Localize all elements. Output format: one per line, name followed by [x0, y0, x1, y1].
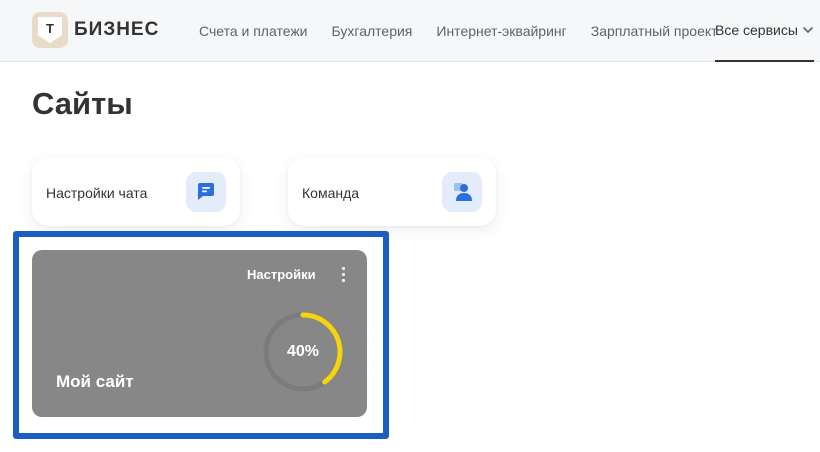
logo-letter: Т — [38, 17, 62, 43]
brand-logo[interactable]: Т БИЗНЕС — [32, 12, 159, 48]
progress-percent: 40% — [286, 343, 320, 360]
top-header: Т БИЗНЕС Счета и платежи Бухгалтерия Инт… — [0, 0, 820, 62]
chat-settings-label: Настройки чата — [46, 185, 148, 201]
site-settings-link[interactable]: Настройки — [247, 267, 316, 282]
nav-all-services-label: Все сервисы — [715, 22, 798, 38]
team-label: Команда — [302, 185, 360, 201]
nav-item-acquiring[interactable]: Интернет-эквайринг — [436, 23, 566, 39]
page-title: Сайты — [32, 86, 133, 121]
site-card[interactable]: Настройки 40% Мой сайт — [32, 250, 367, 417]
chevron-down-icon — [803, 27, 813, 33]
nav-item-payroll[interactable]: Зарплатный проект — [591, 23, 718, 39]
progress-ring: 40% — [258, 312, 348, 392]
nav-all-services[interactable]: Все сервисы — [715, 0, 814, 62]
logo-shield-icon: Т — [32, 12, 68, 48]
more-vertical-icon[interactable] — [332, 262, 354, 286]
chat-settings-tile[interactable]: Настройки чата — [32, 158, 240, 226]
nav-item-accounting[interactable]: Бухгалтерия — [332, 23, 413, 39]
nav-item-accounts[interactable]: Счета и платежи — [199, 23, 308, 39]
chat-icon — [186, 172, 226, 212]
team-tile[interactable]: Команда — [288, 158, 496, 226]
site-name: Мой сайт — [56, 372, 134, 391]
main-nav: Счета и платежи Бухгалтерия Интернет-экв… — [199, 23, 742, 39]
team-icon — [442, 172, 482, 212]
brand-name: БИЗНЕС — [74, 19, 160, 40]
